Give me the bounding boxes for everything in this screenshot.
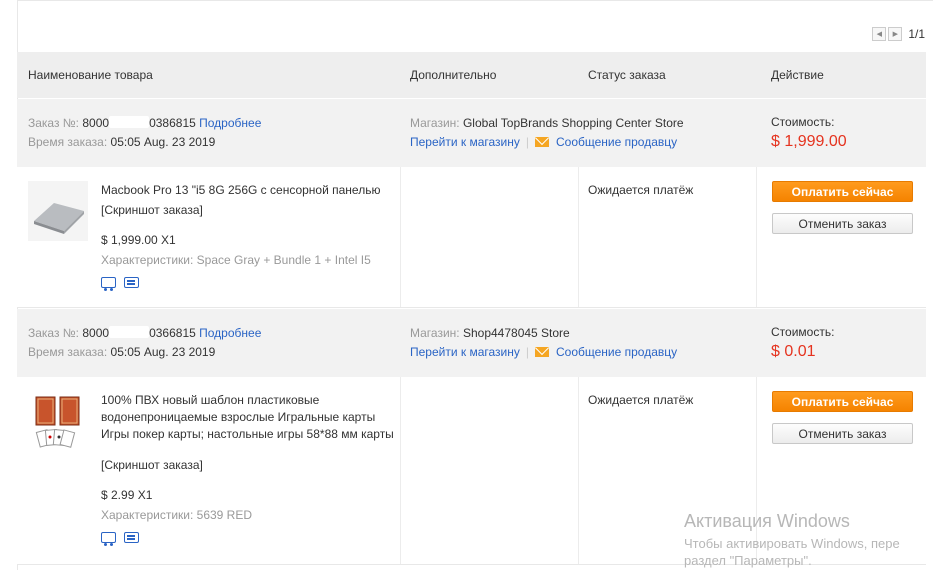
order-number-suffix: 0366815 [149,326,196,340]
store-actions: Перейти к магазину | Сообщение продавцу [410,345,677,359]
watermark-title: Активация Windows [684,511,850,531]
order-time-value: 05:05 Aug. 23 2019 [110,135,216,149]
store-row: Магазин: Shop4478045 Store [410,326,570,340]
column-product: Наименование товара [28,68,153,82]
order-status: Ожидается платёж [588,183,694,197]
product-title-link[interactable]: 100% ПВХ новый шаблон пластиковые водоне… [101,392,396,443]
cancel-order-button[interactable]: Отменить заказ [772,213,913,234]
order-time-label: Время заказа: [28,135,108,149]
order-header: Заказ №: 8000 0386815 Подробнее Время зак… [17,99,926,167]
order-time-row: Время заказа: 05:05 Aug. 23 2019 [28,345,215,359]
order-number-row: Заказ №: 8000 0366815 Подробнее [28,326,261,340]
column-divider [756,167,757,307]
product-thumbnail-laptop[interactable] [28,181,88,241]
order-details-link[interactable]: Подробнее [199,326,261,340]
order-number-label: Заказ №: [28,116,80,130]
pay-now-button[interactable]: Оплатить сейчас [772,391,913,412]
store-name: Global TopBrands Shopping Center Store [462,116,684,130]
product-properties: Характеристики: 5639 RED [101,508,253,522]
watermark-line: раздел "Параметры". [684,553,812,568]
store-actions: Перейти к магазину | Сообщение продавцу [410,135,677,149]
product-properties: Характеристики: Space Gray + Bundle 1 + … [101,253,371,267]
page-indicator: 1/1 [908,27,925,41]
product-thumbnail-cards[interactable] [28,391,88,451]
go-to-store-link[interactable]: Перейти к магазину [410,345,520,359]
separator: | [525,345,529,359]
cost-value: $ 1,999.00 [771,133,847,150]
column-status: Статус заказа [588,68,666,82]
mail-icon [535,347,549,357]
column-divider [578,167,579,307]
go-to-store-link[interactable]: Перейти к магазину [410,135,520,149]
message-seller-link[interactable]: Сообщение продавцу [556,135,677,149]
order-number-prefix: 8000 [82,116,110,130]
price-quantity: $ 2.99 X1 [101,488,153,502]
order-screenshot-link[interactable]: [Скриншот заказа] [101,203,203,217]
column-action: Действие [771,68,824,82]
cost-label: Стоимость: [771,325,835,339]
prev-page-icon[interactable]: ◀ [872,27,887,41]
next-page-icon[interactable]: ▶ [888,27,903,41]
column-divider [400,377,401,564]
store-label: Магазин: [410,326,460,340]
cost-label: Стоимость: [771,115,835,129]
separator: | [525,135,529,149]
price-quantity: $ 1,999.00 X1 [101,233,176,247]
message-seller-link[interactable]: Сообщение продавцу [556,345,677,359]
store-label: Магазин: [410,116,460,130]
pay-now-button[interactable]: Оплатить сейчас [772,181,913,202]
mail-icon [535,137,549,147]
column-divider [578,377,579,564]
redacted-mask [109,326,150,338]
order-time-row: Время заказа: 05:05 Aug. 23 2019 [28,135,215,149]
pagination: ◀ ▶ 1/1 [872,27,925,41]
snapshot-doc-icon[interactable] [124,532,139,543]
product-title-link[interactable]: Macbook Pro 13 "i5 8G 256G с сенсорной п… [101,182,396,199]
order-time-value: 05:05 Aug. 23 2019 [110,345,216,359]
order-screenshot-link[interactable]: [Скриншот заказа] [101,458,203,472]
order-item: Macbook Pro 13 "i5 8G 256G с сенсорной п… [17,167,926,308]
item-icons [101,532,139,546]
table-header: Наименование товара Дополнительно Статус… [17,52,926,98]
shipping-truck-icon[interactable] [101,277,116,291]
order-number-suffix: 0386815 [149,116,196,130]
order-header: Заказ №: 8000 0366815 Подробнее Время зак… [17,309,926,377]
shipping-truck-icon[interactable] [101,532,116,546]
store-row: Магазин: Global TopBrands Shopping Cente… [410,116,684,130]
order-time-label: Время заказа: [28,345,108,359]
windows-activation-watermark: Активация Windows Чтобы активировать Win… [684,511,900,568]
order-number-prefix: 8000 [82,326,110,340]
store-name: Shop4478045 Store [462,326,570,340]
column-divider [400,167,401,307]
redacted-mask [109,116,150,128]
order-number-row: Заказ №: 8000 0386815 Подробнее [28,116,261,130]
order-details-link[interactable]: Подробнее [199,116,261,130]
watermark-line: Чтобы активировать Windows, пере [684,536,900,551]
item-icons [101,277,139,291]
order-number-label: Заказ №: [28,326,80,340]
column-extra: Дополнительно [410,68,497,82]
cost-value: $ 0.01 [771,343,816,360]
order-status: Ожидается платёж [588,393,694,407]
snapshot-doc-icon[interactable] [124,277,139,288]
cancel-order-button[interactable]: Отменить заказ [772,423,913,444]
